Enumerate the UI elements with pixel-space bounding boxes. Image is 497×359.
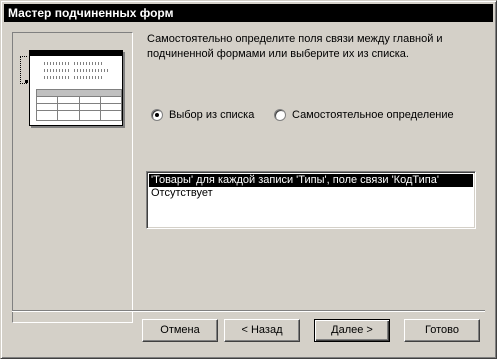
main-form-illustration xyxy=(29,50,123,126)
separator-line xyxy=(12,310,485,312)
wizard-preview-image xyxy=(12,32,133,323)
list-item[interactable]: 'Товары' для каждой записи 'Типы', поле … xyxy=(149,174,473,187)
window-title: Мастер подчиненных форм xyxy=(4,4,493,22)
radio-select-from-list[interactable]: Выбор из списка xyxy=(151,107,254,123)
link-fields-listbox[interactable]: 'Товары' для каждой записи 'Типы', поле … xyxy=(146,171,476,229)
radio-label-manual: Самостоятельное определение xyxy=(292,109,454,121)
cancel-button[interactable]: Отмена xyxy=(142,319,218,342)
radio-checked-icon[interactable] xyxy=(151,109,163,121)
instruction-text: Самостоятельно определите поля связи меж… xyxy=(147,33,443,60)
subform-grid-illustration xyxy=(36,89,122,121)
list-item[interactable]: Отсутствует xyxy=(149,187,473,200)
finish-button[interactable]: Готово xyxy=(404,319,480,342)
radio-unchecked-icon[interactable] xyxy=(274,109,286,121)
subform-wizard-window: Мастер подчиненных форм Самостоятельно о… xyxy=(0,0,497,359)
radio-label-from-list: Выбор из списка xyxy=(169,109,255,121)
back-button[interactable]: < Назад xyxy=(224,319,300,342)
next-button[interactable]: Далее > xyxy=(314,319,390,342)
radio-manual-definition[interactable]: Самостоятельное определение xyxy=(274,107,454,123)
